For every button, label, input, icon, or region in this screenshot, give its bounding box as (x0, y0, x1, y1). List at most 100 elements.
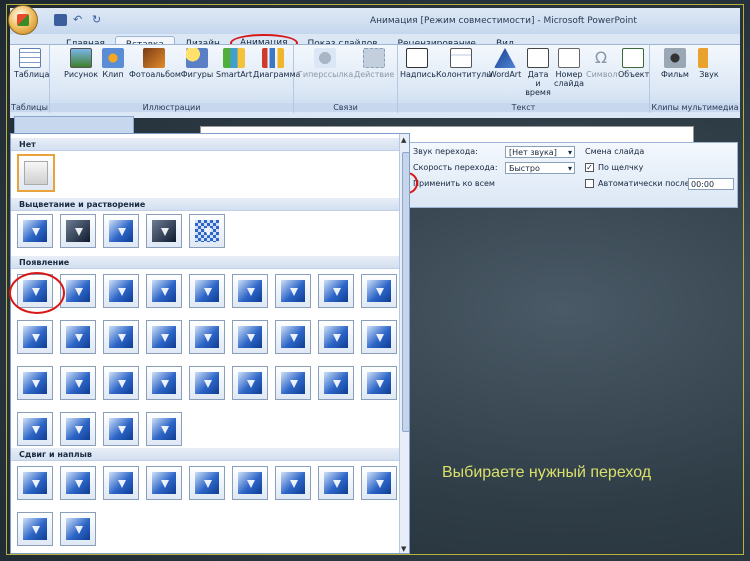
transition-thumbnail[interactable] (189, 466, 225, 500)
transition-thumbnail[interactable] (361, 320, 397, 354)
slidenumber-icon (558, 48, 580, 68)
sound-row: Звук перехода: (413, 147, 478, 156)
transition-thumbnail[interactable] (318, 366, 354, 400)
auto-after-checkbox[interactable] (585, 179, 594, 188)
group-label: Клипы мультимедиа (650, 103, 740, 112)
transition-thumbnail[interactable] (232, 274, 268, 308)
redo-icon[interactable]: ↻ (92, 14, 105, 26)
sound-select[interactable]: [Нет звука] (505, 146, 575, 158)
transition-thumbnail[interactable] (146, 320, 182, 354)
transition-thumbnail[interactable] (17, 512, 53, 546)
slidenumber-button[interactable]: Номер слайда (554, 48, 584, 88)
quick-access-toolbar: ↶ ↻ (54, 14, 105, 26)
transition-thumbnail[interactable] (275, 274, 311, 308)
transition-thumbnail[interactable] (60, 412, 96, 446)
transition-thumbnail[interactable] (103, 466, 139, 500)
caption: Выбираете нужный переход (442, 464, 652, 481)
on-click-row: ✓ По щелчку (585, 163, 644, 172)
transition-thumbnail[interactable] (361, 274, 397, 308)
headerfooter-icon (450, 48, 472, 68)
picture-icon (70, 48, 92, 68)
transition-thumbnail[interactable] (103, 412, 139, 446)
datetime-button[interactable]: Дата и время (524, 48, 552, 97)
speed-row: Скорость перехода: (413, 163, 498, 172)
omega-icon: Ω (594, 48, 608, 67)
textbox-icon (406, 48, 428, 68)
transition-thumbnail[interactable] (189, 274, 225, 308)
transition-thumbnail[interactable] (232, 366, 268, 400)
group-tables: Таблица Таблицы (10, 45, 50, 113)
transition-thumbnail[interactable] (232, 320, 268, 354)
window-title: Анимация [Режим совместимости] - Microso… (370, 16, 637, 26)
speed-select[interactable]: Быстро (505, 162, 575, 174)
wordart-button[interactable]: WordArt (488, 48, 522, 79)
object-button[interactable]: Объект (618, 48, 649, 79)
transition-thumbnail[interactable] (232, 466, 268, 500)
transition-thumbnail[interactable] (60, 320, 96, 354)
transition-thumbnail[interactable] (60, 366, 96, 400)
section-wipe: Появление (11, 256, 399, 269)
table-button[interactable]: Таблица (14, 48, 49, 79)
speed-label: Скорость перехода: (413, 163, 498, 172)
photoalbum-button[interactable]: Фотоальбом (129, 48, 181, 79)
chart-button[interactable]: Диаграмма (253, 48, 301, 79)
transition-thumbnail[interactable] (189, 366, 225, 400)
hyperlink-button[interactable]: Гиперссылка (298, 48, 353, 79)
picture-button[interactable]: Рисунок (64, 48, 98, 79)
apply-all-button[interactable]: Применить ко всем (413, 179, 495, 188)
transition-thumbnail[interactable] (318, 466, 354, 500)
transition-thumbnail[interactable] (60, 512, 96, 546)
transition-none[interactable] (17, 154, 55, 192)
transition-thumbnail[interactable] (146, 466, 182, 500)
transition-thumbnail[interactable] (60, 214, 96, 248)
transition-panel: Звук перехода: [Нет звука] Скорость пере… (408, 142, 738, 208)
transition-thumbnail[interactable] (318, 274, 354, 308)
transition-thumbnail[interactable] (146, 412, 182, 446)
movie-button[interactable]: Фильм (660, 48, 690, 79)
transition-thumbnail[interactable] (189, 214, 225, 248)
transition-thumbnail[interactable] (17, 412, 53, 446)
transition-thumbnail[interactable] (17, 366, 53, 400)
transition-thumbnail[interactable] (146, 274, 182, 308)
wordart-icon (494, 48, 516, 68)
clip-button[interactable]: Клип (100, 48, 126, 79)
transition-thumbnail[interactable] (103, 366, 139, 400)
undo-icon[interactable]: ↶ (73, 14, 86, 26)
smartart-button[interactable]: SmartArt (216, 48, 252, 79)
sound-button[interactable]: Звук (696, 48, 722, 79)
transition-thumbnail[interactable] (60, 466, 96, 500)
gallery-scrollbar[interactable]: ▲ ▼ (399, 134, 409, 553)
transition-thumbnail[interactable] (60, 274, 96, 308)
smartart-icon (223, 48, 245, 68)
transition-thumbnail[interactable] (189, 320, 225, 354)
transition-thumbnail[interactable] (318, 320, 354, 354)
film-icon (664, 48, 686, 68)
transition-thumbnail[interactable] (17, 320, 53, 354)
transition-thumbnail[interactable] (275, 366, 311, 400)
headerfooter-button[interactable]: Колонтитулы (436, 48, 493, 79)
scroll-down-icon[interactable]: ▼ (401, 545, 406, 553)
time-input[interactable]: 00:00 (688, 178, 734, 190)
shapes-button[interactable]: Фигуры (180, 48, 214, 79)
transition-thumbnail[interactable] (17, 466, 53, 500)
transition-thumbnail[interactable] (275, 466, 311, 500)
sound-label: Звук перехода: (413, 147, 478, 156)
transition-thumbnail[interactable] (146, 366, 182, 400)
office-button[interactable] (8, 5, 38, 35)
transition-thumbnail[interactable] (146, 214, 182, 248)
transition-thumbnail[interactable] (361, 466, 397, 500)
transition-thumbnail[interactable] (17, 214, 53, 248)
transition-thumbnail[interactable] (275, 320, 311, 354)
save-icon[interactable] (54, 14, 67, 26)
transition-thumbnail[interactable] (103, 274, 139, 308)
scroll-thumb[interactable] (402, 152, 409, 432)
textbox-button[interactable]: Надпись (400, 48, 436, 79)
symbol-button[interactable]: Ω Символ (586, 48, 618, 79)
scroll-up-icon[interactable]: ▲ (401, 136, 406, 144)
transition-thumbnail[interactable] (103, 320, 139, 354)
transition-thumbnail[interactable] (361, 366, 397, 400)
action-button[interactable]: Действие (354, 48, 394, 79)
transition-thumbnail[interactable] (103, 214, 139, 248)
clip-icon (102, 48, 124, 68)
on-click-checkbox[interactable]: ✓ (585, 163, 594, 172)
